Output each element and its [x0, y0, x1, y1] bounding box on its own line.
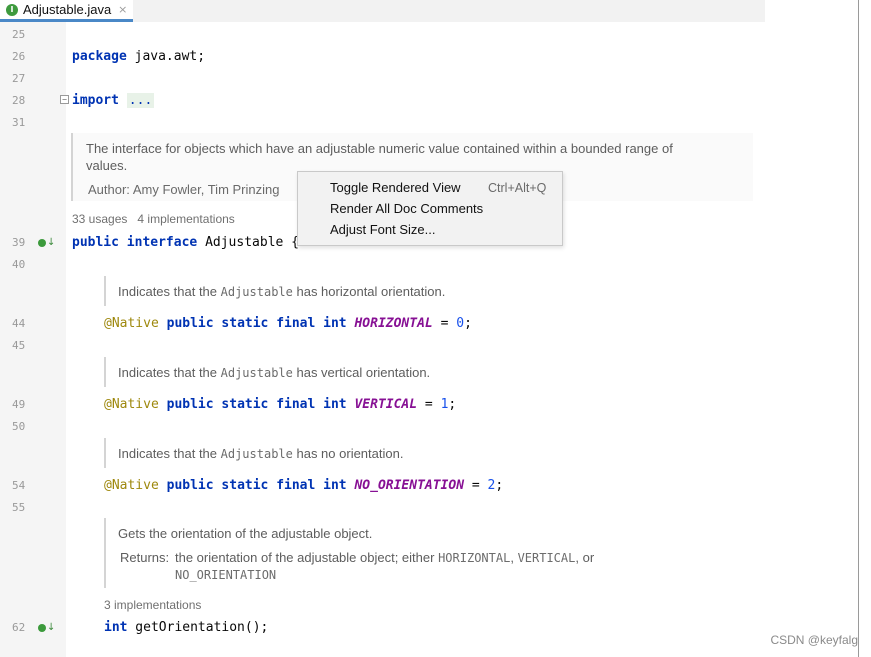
horizontal-doc-comment[interactable]: Indicates that the Adjustable has horizo…	[104, 276, 706, 306]
fold-toggle-icon[interactable]: −	[60, 95, 69, 104]
line-number: 31	[12, 116, 26, 129]
line-number: 44	[12, 317, 26, 330]
line-number: 26	[12, 50, 26, 63]
menu-item-render-all-doc-comments[interactable]: Render All Doc Comments	[330, 200, 558, 218]
line-number: 62	[12, 621, 26, 634]
tab-adjustable-java[interactable]: I Adjustable.java ×	[0, 0, 134, 22]
line-number: 54	[12, 479, 26, 492]
doc-context-menu: Toggle Rendered View Ctrl+Alt+Q Render A…	[297, 171, 563, 246]
implemented-marker-icon[interactable]: ↓	[38, 237, 55, 250]
usages-hint[interactable]: 33 usages 4 implementations	[72, 212, 235, 226]
tab-label: Adjustable.java	[23, 2, 112, 17]
editor-tab-bar: I Adjustable.java ×	[0, 0, 765, 23]
line-number: 40	[12, 258, 26, 271]
implementations-hint[interactable]: 3 implementations	[104, 598, 201, 612]
interface-icon: I	[6, 3, 18, 16]
line-number: 55	[12, 501, 26, 514]
line-number: 49	[12, 398, 26, 411]
line-number: 39	[12, 236, 26, 249]
line-number: 45	[12, 339, 26, 352]
line-number: 25	[12, 28, 26, 41]
line-gutter	[0, 22, 67, 657]
code-line-vertical: @Native public static final int VERTICAL…	[104, 397, 457, 412]
code-line-package: package java.awt;	[72, 49, 206, 64]
code-line-interface-decl: public interface Adjustable {	[72, 235, 299, 250]
ide-window: I Adjustable.java × 25 26 27 28 31 39 40…	[0, 0, 859, 657]
implemented-marker-icon[interactable]: ↓	[38, 622, 55, 635]
line-number: 27	[12, 72, 26, 85]
code-line-import: import ...	[72, 93, 155, 108]
line-number: 50	[12, 420, 26, 433]
line-number: 28	[12, 94, 26, 107]
code-line-horizontal: @Native public static final int HORIZONT…	[104, 316, 472, 331]
menu-item-toggle-rendered-view[interactable]: Toggle Rendered View Ctrl+Alt+Q	[330, 179, 558, 197]
menu-item-adjust-font-size[interactable]: Adjust Font Size...	[330, 221, 558, 239]
code-line-no-orientation: @Native public static final int NO_ORIEN…	[104, 478, 504, 493]
vertical-doc-comment[interactable]: Indicates that the Adjustable has vertic…	[104, 357, 706, 387]
close-icon[interactable]: ×	[118, 3, 127, 16]
no-orientation-doc-comment[interactable]: Indicates that the Adjustable has no ori…	[104, 438, 706, 468]
watermark: CSDN @keyfalg	[770, 633, 858, 647]
method-doc-comment[interactable]: Gets the orientation of the adjustable o…	[104, 518, 726, 588]
folded-imports[interactable]: ...	[126, 93, 155, 108]
code-line-get-orientation: int getOrientation();	[104, 620, 269, 635]
